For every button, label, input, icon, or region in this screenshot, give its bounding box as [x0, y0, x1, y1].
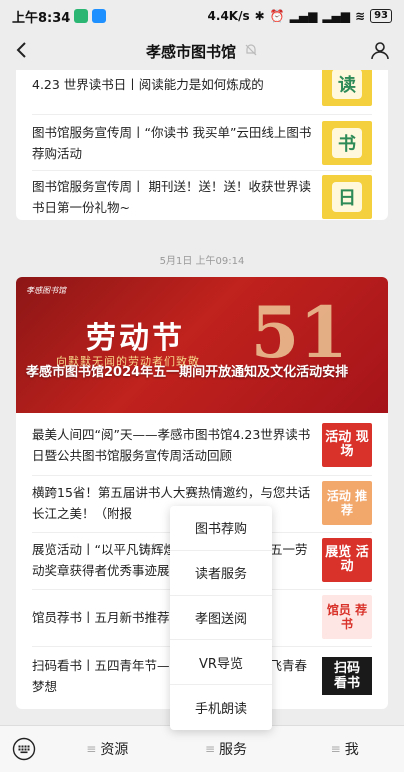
menu-icon: ≡	[330, 742, 341, 756]
banner-heading: 劳动节	[86, 321, 185, 356]
banner-article[interactable]: 孝感图书馆 51 劳动节 向默默无闻的劳动者们致敬 孝感市图书馆2024年五一期…	[16, 277, 388, 413]
article-thumbnail: 扫码 看书	[322, 654, 372, 698]
banner-title: 孝感市图书馆2024年五一期间开放通知及文化活动安排	[26, 365, 349, 380]
message-timestamp: 5月1日 上午09:14	[159, 256, 245, 267]
menu-services[interactable]: ≡ 服务	[167, 739, 286, 759]
article-thumbnail: 活动 现场	[322, 423, 372, 467]
article-thumbnail: 馆员 荐书	[322, 595, 372, 639]
article-thumbnail: 书	[322, 121, 372, 165]
banner-number: 51	[250, 291, 348, 374]
status-time: 上午8:34	[12, 10, 71, 26]
bottom-menu-bar: ≡ 资源 ≡ 服务 ≡ 我	[0, 725, 404, 772]
menu-resources[interactable]: ≡ 资源	[48, 739, 167, 759]
app-notification-icon	[92, 9, 107, 23]
article-title: 4.23 世界读书日丨阅读能力是如何炼成的	[32, 76, 264, 92]
menu-item-book-recommend[interactable]: 图书荐购	[170, 506, 272, 551]
list-item[interactable]: 图书馆服务宣传周丨“你读书 我买单”云田线上图书荐购活动 书	[32, 120, 372, 166]
menu-icon: ≡	[204, 742, 216, 756]
article-title: 图书馆服务宣传周丨 期刊送！送！送！收获世界读书日第一份礼物~	[32, 179, 311, 215]
menu-item-book-delivery[interactable]: 孝图送阅	[170, 596, 272, 641]
battery-icon: 93	[370, 9, 392, 23]
service-popup-menu: 图书荐购 读者服务 孝图送阅 VR导览 手机朗读	[170, 506, 272, 730]
menu-item-vr-tour[interactable]: VR导览	[170, 640, 272, 686]
list-item[interactable]: 图书馆服务宣传周丨 期刊送！送！送！收获世界读书日第一份礼物~ 日	[32, 174, 372, 220]
article-thumbnail: 读	[322, 70, 372, 106]
article-card: 4.23 世界读书日丨阅读能力是如何炼成的 读 图书馆服务宣传周丨“你读书 我买…	[16, 70, 388, 220]
signal-icon: ▂▄▆	[289, 9, 318, 23]
list-item[interactable]: 4.23 世界读书日丨阅读能力是如何炼成的 读	[32, 70, 372, 106]
menu-item-read-aloud[interactable]: 手机朗读	[170, 685, 272, 730]
article-thumbnail: 日	[322, 175, 372, 219]
menu-icon: ≡	[86, 742, 97, 756]
divider	[32, 475, 372, 476]
list-item[interactable]: 最美人间四“阅”天——孝感市图书馆4.23世界读书日暨公共图书馆服务宣传周活动回…	[32, 423, 372, 467]
status-right: 4.4K/s ✱ ⏰ ▂▄▆ ▂▄▆ ≋ 93	[208, 9, 392, 23]
mute-bell-icon	[244, 42, 258, 61]
menu-item-reader-service[interactable]: 读者服务	[170, 551, 272, 596]
signal-icon: ▂▄▆	[322, 9, 351, 23]
article-title: 最美人间四“阅”天——孝感市图书馆4.23世界读书日暨公共图书馆服务宣传周活动回…	[32, 427, 311, 463]
divider	[32, 114, 372, 115]
app-notification-icon	[74, 9, 89, 23]
nav-bar: 孝感市图书馆	[0, 32, 404, 70]
article-thumbnail: 活动 推荐	[322, 481, 372, 525]
back-arrow-icon[interactable]	[12, 40, 32, 64]
library-logo: 孝感图书馆	[26, 286, 66, 295]
article-title: 图书馆服务宣传周丨“你读书 我买单”云田线上图书荐购活动	[32, 125, 312, 161]
page-title: 孝感市图书馆	[145, 42, 236, 61]
article-thumbnail: 展览 活动	[322, 538, 372, 582]
keyboard-icon	[12, 737, 36, 761]
status-bar: 上午8:34 4.4K/s ✱ ⏰ ▂▄▆ ▂▄▆ ≋ 93	[0, 0, 404, 32]
alarm-icon: ⏰	[269, 9, 285, 23]
keyboard-toggle[interactable]	[0, 737, 48, 761]
bluetooth-icon: ✱	[254, 9, 265, 23]
menu-me[interactable]: ≡ 我	[285, 739, 404, 759]
wifi-icon: ≋	[355, 9, 366, 23]
divider	[32, 170, 372, 171]
profile-icon[interactable]	[370, 40, 390, 64]
net-speed: 4.4K/s	[207, 9, 250, 23]
